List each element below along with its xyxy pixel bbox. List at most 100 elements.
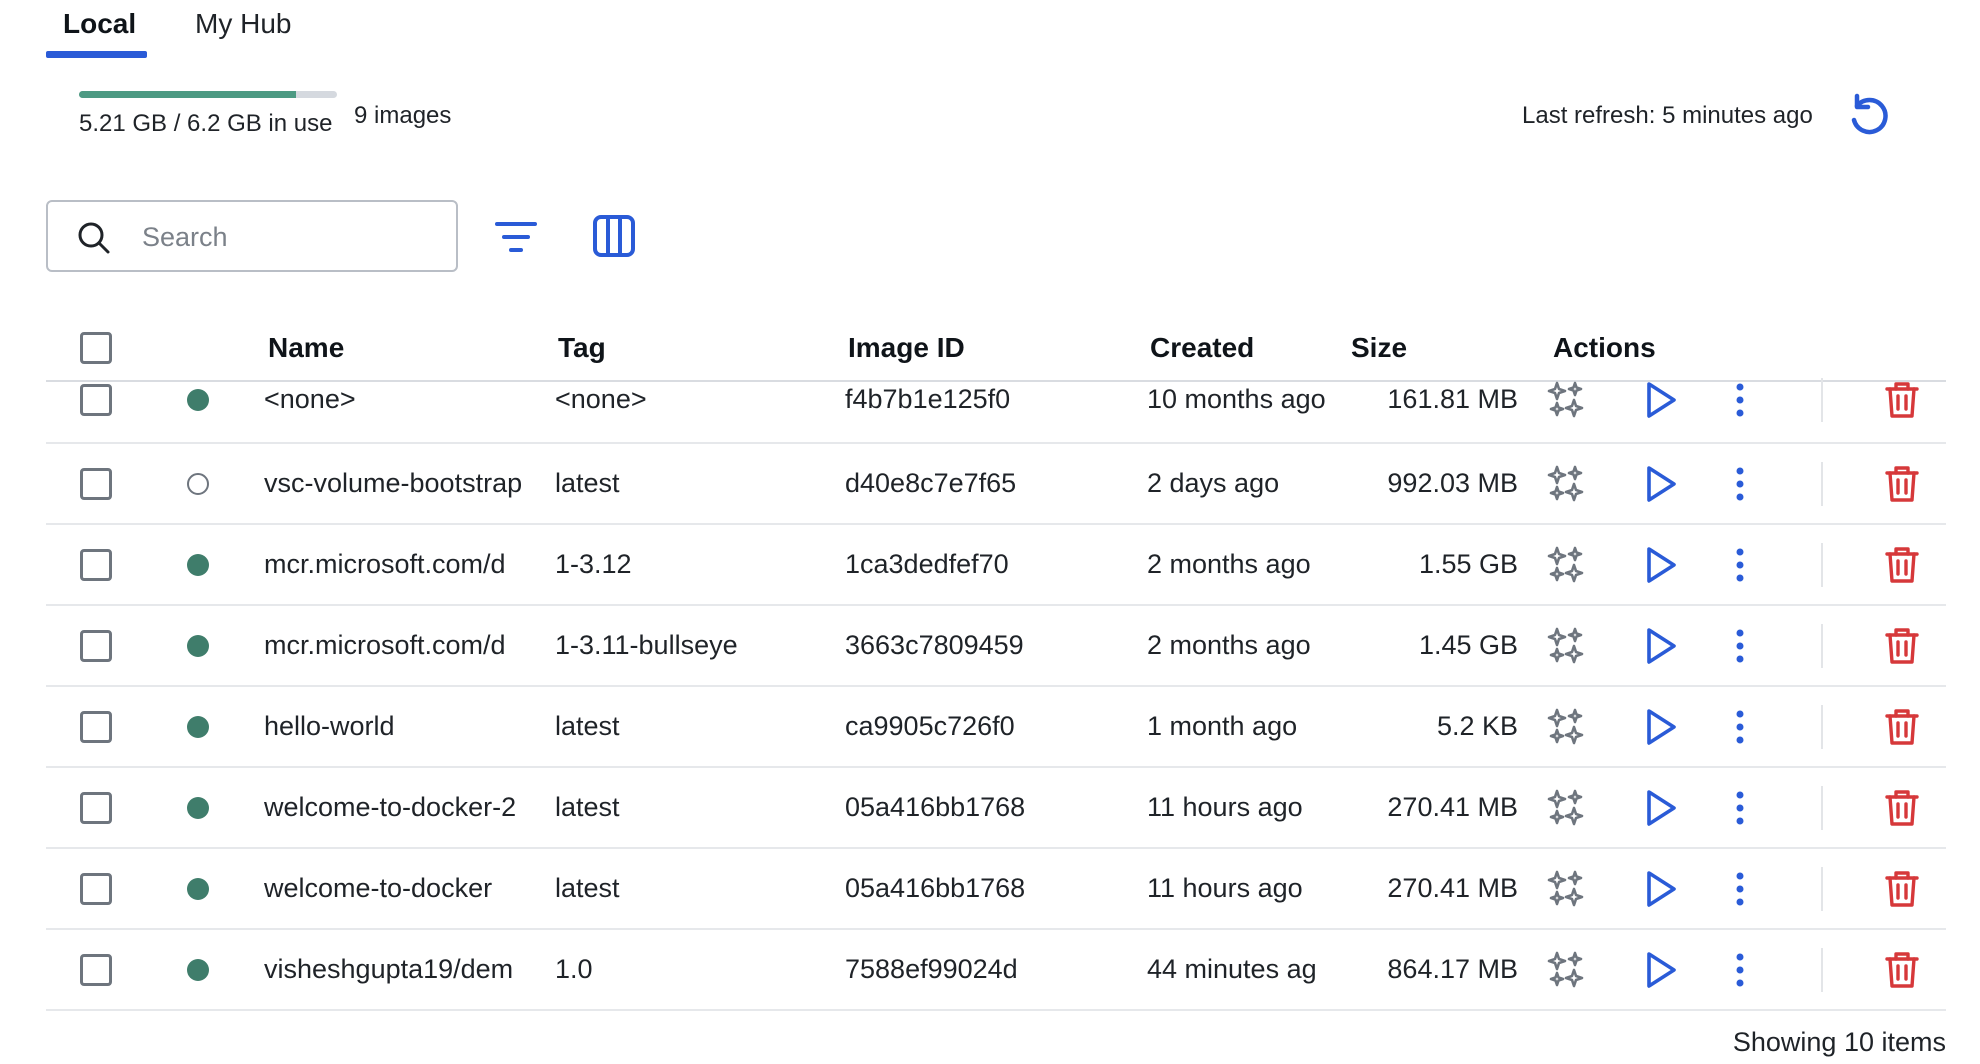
column-header-size[interactable]: Size	[1351, 332, 1407, 364]
column-header-name[interactable]: Name	[268, 332, 344, 364]
row-checkbox[interactable]	[80, 468, 112, 500]
image-name[interactable]: mcr.microsoft.com/d	[264, 630, 542, 661]
column-header-tag[interactable]: Tag	[558, 332, 606, 364]
scout-button[interactable]	[1546, 545, 1586, 590]
more-actions-button[interactable]	[1734, 709, 1746, 750]
run-button[interactable]	[1644, 381, 1678, 424]
delete-button[interactable]	[1885, 789, 1919, 832]
column-header-image-id[interactable]: Image ID	[848, 332, 965, 364]
image-created: 11 hours ago	[1147, 792, 1303, 822]
table-row[interactable]: hello-world latest ca9905c726f0 1 month ago…	[46, 685, 1946, 768]
image-id: 05a416bb1768	[845, 873, 1026, 903]
delete-button[interactable]	[1885, 465, 1919, 508]
tab-local[interactable]: Local	[63, 8, 136, 40]
row-checkbox[interactable]	[80, 792, 112, 824]
image-size: 270.41 MB	[1387, 792, 1518, 822]
table-row[interactable]: welcome-to-docker-2 latest 05a416bb1768 11 …	[46, 766, 1946, 849]
scout-button[interactable]	[1546, 380, 1586, 425]
delete-button[interactable]	[1885, 627, 1919, 670]
image-id: 3663c7809459	[845, 630, 1024, 660]
disk-usage-fill	[79, 91, 296, 98]
items-count-footer: Showing 10 items	[1732, 1027, 1946, 1057]
scout-button[interactable]	[1546, 626, 1586, 671]
play-icon	[1647, 466, 1676, 502]
table-row[interactable]: welcome-to-docker latest 05a416bb1768 11 ho…	[46, 847, 1946, 930]
scout-button[interactable]	[1546, 707, 1586, 752]
image-id: d40e8c7e7f65	[845, 468, 1017, 498]
status-indicator	[187, 473, 209, 495]
column-header-created[interactable]: Created	[1150, 332, 1254, 364]
scout-button[interactable]	[1546, 950, 1586, 995]
run-button[interactable]	[1644, 465, 1678, 508]
more-actions-button[interactable]	[1734, 790, 1746, 831]
scout-button[interactable]	[1546, 788, 1586, 833]
image-name[interactable]: mcr.microsoft.com/d	[264, 549, 542, 580]
status-indicator	[187, 554, 209, 576]
more-actions-button[interactable]	[1734, 382, 1746, 423]
run-button[interactable]	[1644, 546, 1678, 589]
row-checkbox[interactable]	[80, 711, 112, 743]
image-name[interactable]: vsc-volume-bootstrap	[264, 468, 542, 499]
columns-button[interactable]	[592, 214, 636, 258]
sparkle-icon	[1547, 708, 1584, 745]
image-name[interactable]: <none>	[264, 384, 542, 415]
trash-icon	[1885, 952, 1919, 988]
more-actions-button[interactable]	[1734, 952, 1746, 993]
run-button[interactable]	[1644, 870, 1678, 913]
scout-button[interactable]	[1546, 869, 1586, 914]
status-indicator	[187, 389, 209, 411]
tab-my-hub[interactable]: My Hub	[195, 8, 291, 40]
image-name[interactable]: hello-world	[264, 711, 542, 742]
image-id: f4b7b1e125f0	[845, 384, 1011, 414]
row-checkbox[interactable]	[80, 549, 112, 581]
more-vertical-icon	[1736, 548, 1744, 582]
more-vertical-icon	[1736, 629, 1744, 663]
search-box[interactable]	[46, 200, 458, 272]
image-name[interactable]: welcome-to-docker	[264, 873, 542, 904]
sparkle-icon	[1547, 627, 1584, 664]
image-name[interactable]: visheshgupta19/dem	[264, 954, 542, 985]
row-checkbox[interactable]	[80, 384, 112, 416]
table-row[interactable]: visheshgupta19/dem 1.0 7588ef99024d 44 minu…	[46, 928, 1946, 1011]
run-button[interactable]	[1644, 789, 1678, 832]
actions-divider	[1821, 786, 1823, 830]
run-button[interactable]	[1644, 951, 1678, 994]
search-icon	[78, 222, 110, 254]
more-actions-button[interactable]	[1734, 547, 1746, 588]
status-indicator	[187, 635, 209, 657]
more-actions-button[interactable]	[1734, 628, 1746, 669]
scout-button[interactable]	[1546, 464, 1586, 509]
row-checkbox[interactable]	[80, 630, 112, 662]
actions-divider	[1821, 705, 1823, 749]
run-button[interactable]	[1644, 627, 1678, 670]
delete-button[interactable]	[1885, 708, 1919, 751]
row-checkbox[interactable]	[80, 873, 112, 905]
more-vertical-icon	[1736, 872, 1744, 906]
more-vertical-icon	[1736, 953, 1744, 987]
status-indicator	[187, 797, 209, 819]
select-all-checkbox[interactable]	[80, 332, 112, 364]
more-actions-button[interactable]	[1734, 871, 1746, 912]
actions-divider	[1821, 624, 1823, 668]
delete-button[interactable]	[1885, 546, 1919, 589]
image-created: 2 months ago	[1147, 630, 1311, 660]
delete-button[interactable]	[1885, 870, 1919, 913]
table-row[interactable]: vsc-volume-bootstrap latest d40e8c7e7f65 2 …	[46, 442, 1946, 525]
row-checkbox[interactable]	[80, 954, 112, 986]
image-id: 1ca3dedfef70	[845, 549, 1009, 579]
image-tag: latest	[555, 873, 620, 903]
column-header-actions: Actions	[1553, 332, 1656, 363]
search-input[interactable]	[140, 216, 444, 258]
table-row[interactable]: <none> <none> f4b7b1e125f0 10 months ago 161…	[46, 378, 1946, 444]
delete-button[interactable]	[1885, 381, 1919, 424]
refresh-button[interactable]	[1845, 92, 1893, 140]
sparkle-icon	[1547, 381, 1584, 418]
filter-button[interactable]	[494, 218, 538, 256]
play-icon	[1647, 547, 1676, 583]
table-row[interactable]: mcr.microsoft.com/d 1-3.12 1ca3dedfef70 2 m…	[46, 523, 1946, 606]
image-name[interactable]: welcome-to-docker-2	[264, 792, 542, 823]
more-actions-button[interactable]	[1734, 466, 1746, 507]
table-row[interactable]: mcr.microsoft.com/d 1-3.11-bullseye 3663c7…	[46, 604, 1946, 687]
run-button[interactable]	[1644, 708, 1678, 751]
delete-button[interactable]	[1885, 951, 1919, 994]
